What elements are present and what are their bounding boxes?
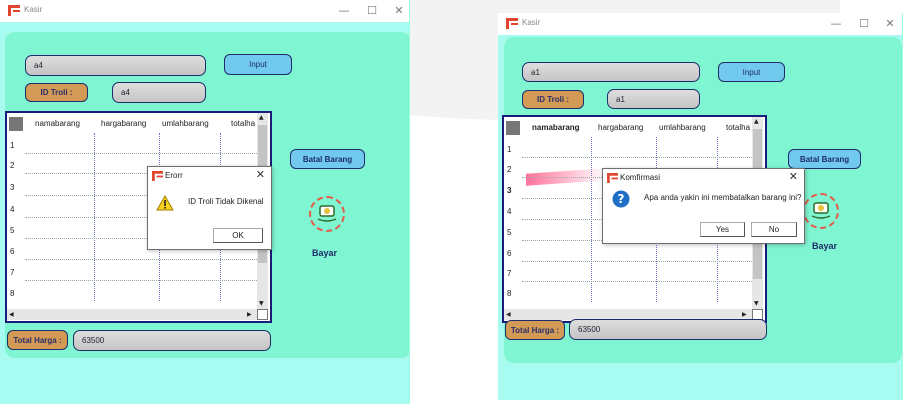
id-troli-label: ID Troli : (522, 90, 584, 109)
row-number[interactable]: 1 (10, 141, 14, 150)
dialog-message: ID Troli Tidak Dikenal (188, 197, 264, 206)
horizontal-scrollbar[interactable]: ◀ ▶ (7, 309, 257, 320)
row-number[interactable]: 3 (507, 186, 511, 195)
row-number[interactable]: 5 (507, 228, 511, 237)
dialog-title: Komfirmasi (620, 173, 661, 182)
scroll-left-arrow[interactable]: ◀ (506, 311, 511, 318)
row-number[interactable]: 2 (10, 161, 14, 170)
kasir-window-error: Kasir — ☐ ✕ a4 Input ID Troli : a4 namab… (0, 0, 410, 404)
grid-line (25, 280, 257, 281)
row-number[interactable]: 7 (10, 268, 14, 277)
bayar-label: Bayar (312, 248, 338, 258)
warning-icon (156, 195, 174, 211)
row-number[interactable]: 4 (10, 205, 14, 214)
row-number[interactable]: 5 (10, 226, 14, 235)
title-bar: Kasir — ☐ ✕ (0, 0, 409, 22)
row-number[interactable]: 8 (10, 289, 14, 298)
grid-line (522, 157, 752, 158)
column-header[interactable]: namabarang (532, 123, 592, 132)
total-harga-label: Total Harga : (7, 330, 68, 350)
close-button[interactable]: ✕ (879, 15, 901, 33)
scroll-right-arrow[interactable]: ▶ (742, 311, 747, 318)
app-icon (506, 18, 518, 29)
scroll-corner (257, 309, 268, 320)
scroll-up-arrow[interactable]: ▲ (259, 114, 264, 121)
yes-button[interactable]: Yes (700, 222, 745, 237)
money-icon (317, 205, 337, 222)
input-button[interactable]: Input (718, 62, 785, 82)
total-harga-field: 63500 (569, 319, 767, 340)
window-title: Kasir (522, 18, 541, 27)
no-button[interactable]: No (751, 222, 797, 237)
row-number[interactable]: 3 (10, 183, 14, 192)
dialog-close-button[interactable]: ✕ (789, 170, 798, 183)
total-harga-field: 63500 (73, 330, 271, 351)
window-title: Kasir (24, 5, 43, 14)
app-icon (152, 171, 163, 181)
column-header[interactable]: totalha (726, 123, 752, 132)
column-header[interactable]: umlahbarang (659, 123, 717, 132)
barang-input[interactable]: a1 (522, 62, 700, 82)
batal-barang-button[interactable]: Batal Barang (290, 149, 365, 169)
grid-line (25, 153, 257, 154)
batal-barang-button[interactable]: Batal Barang (788, 149, 861, 169)
column-header[interactable]: namabarang (35, 119, 97, 128)
id-troli-field[interactable]: a4 (112, 82, 206, 103)
title-bar: Kasir — ☐ ✕ (498, 13, 902, 35)
dialog-message: Apa anda yakin ini membatalkan barang in… (644, 193, 802, 202)
grid-line (522, 261, 752, 262)
kasir-window-confirm: Kasir — ☐ ✕ a1 Input ID Troli : a1 namab… (498, 13, 903, 400)
column-header[interactable]: hargabarang (598, 123, 658, 132)
bayar-label: Bayar (812, 241, 838, 251)
scroll-right-arrow[interactable]: ▶ (247, 311, 252, 318)
close-button[interactable]: ✕ (388, 2, 409, 20)
total-harga-label: Total Harga : (505, 320, 565, 340)
maximize-button[interactable]: ☐ (361, 2, 383, 20)
row-number[interactable]: 7 (507, 269, 511, 278)
row-number[interactable]: 6 (507, 249, 511, 258)
row-number[interactable]: 1 (507, 145, 511, 154)
bayar-button[interactable] (309, 196, 345, 232)
scroll-down-arrow[interactable]: ▼ (259, 300, 264, 307)
scroll-up-arrow[interactable]: ▲ (754, 118, 759, 125)
id-troli-field[interactable]: a1 (607, 89, 700, 109)
id-troli-label: ID Troli : (25, 83, 88, 102)
column-header[interactable]: totalha (231, 119, 259, 128)
barang-input[interactable]: a4 (25, 55, 206, 76)
row-number[interactable]: 4 (507, 207, 511, 216)
scroll-left-arrow[interactable]: ◀ (9, 311, 14, 318)
grid-line (522, 281, 752, 282)
bayar-button[interactable] (803, 193, 839, 229)
maximize-button[interactable]: ☐ (853, 15, 875, 33)
row-number[interactable]: 2 (507, 165, 511, 174)
grid-line (25, 259, 257, 260)
dialog-title: Erorr (165, 171, 183, 180)
row-number[interactable]: 8 (507, 289, 511, 298)
minimize-button[interactable]: — (333, 2, 355, 20)
column-header[interactable]: hargabarang (101, 119, 161, 128)
input-button[interactable]: Input (224, 54, 292, 75)
app-icon (607, 173, 618, 183)
row-number[interactable]: 6 (10, 247, 14, 256)
minimize-button[interactable]: — (825, 15, 847, 33)
scroll-down-arrow[interactable]: ▼ (754, 300, 759, 307)
column-header[interactable]: umlahbarang (162, 119, 220, 128)
money-icon (811, 202, 831, 219)
dialog-close-button[interactable]: ✕ (256, 168, 265, 181)
error-dialog: Erorr ✕ ID Troli Tidak Dikenal OK (147, 166, 272, 250)
ok-button[interactable]: OK (213, 228, 263, 243)
app-icon (8, 5, 20, 16)
question-icon: ? (612, 190, 630, 208)
svg-text:?: ? (618, 192, 625, 206)
confirm-dialog: Komfirmasi ✕ ? Apa anda yakin ini membat… (602, 168, 805, 244)
table-corner (9, 117, 23, 131)
table-corner (506, 121, 520, 135)
